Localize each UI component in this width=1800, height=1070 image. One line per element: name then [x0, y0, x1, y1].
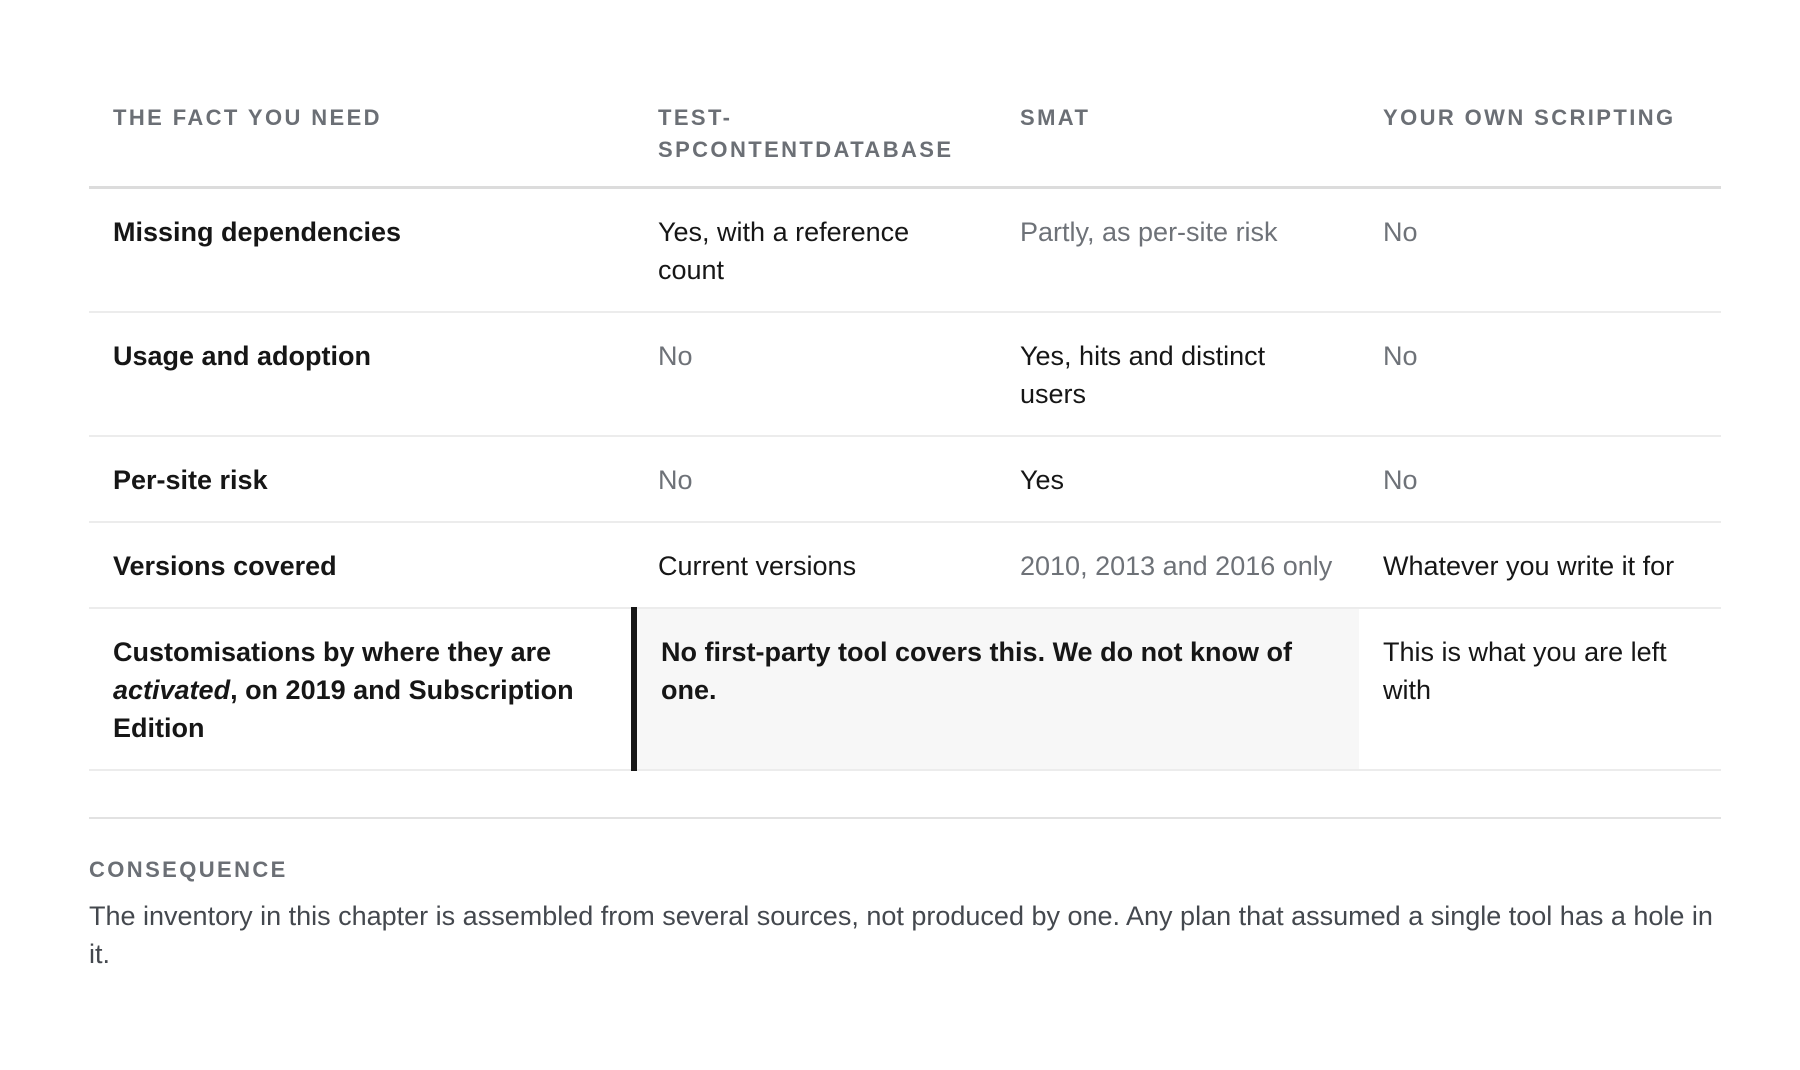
fact-cell: Usage and adoption [89, 312, 634, 437]
fact-cell: Per-site risk [89, 436, 634, 523]
test-spcontentdatabase-cell: Current versions [634, 522, 996, 609]
consequence-section: CONSEQUENCE The inventory in this chapte… [89, 817, 1721, 973]
fact-text: Customisations by where they are [113, 637, 552, 667]
test-spcontentdatabase-cell: Yes, with a reference count [634, 187, 996, 313]
table-row-gap: Customisations by where they are activat… [89, 608, 1721, 771]
table-row: Versions covered Current versions 2010, … [89, 522, 1721, 609]
comparison-section: THE FACT YOU NEED TEST-SPCONTENTDATABASE… [89, 92, 1721, 973]
smat-cell: Partly, as per-site risk [996, 187, 1359, 313]
no-tool-callout: No first-party tool covers this. We do n… [631, 608, 1359, 771]
table-body: Missing dependencies Yes, with a referen… [89, 187, 1721, 771]
fact-emphasis: activated [113, 675, 231, 705]
test-spcontentdatabase-cell: No [634, 312, 996, 437]
own-scripting-cell: Whatever you write it for [1359, 522, 1721, 609]
table-header: THE FACT YOU NEED TEST-SPCONTENTDATABASE… [89, 92, 1721, 189]
smat-cell: Yes, hits and distinct users [996, 312, 1359, 437]
own-scripting-cell: No [1359, 436, 1721, 523]
table-row: Missing dependencies Yes, with a referen… [89, 187, 1721, 313]
fact-cell: Versions covered [89, 522, 634, 609]
test-spcontentdatabase-cell: No [634, 436, 996, 523]
fact-cell: Customisations by where they are activat… [89, 608, 634, 771]
own-scripting-cell: No [1359, 312, 1721, 437]
header-smat: SMAT [996, 92, 1359, 189]
own-scripting-cell: This is what you are left with [1359, 608, 1721, 771]
header-fact-you-need: THE FACT YOU NEED [89, 92, 634, 189]
header-row: THE FACT YOU NEED TEST-SPCONTENTDATABASE… [89, 92, 1721, 189]
header-test-spcontentdatabase: TEST-SPCONTENTDATABASE [634, 92, 996, 189]
table-row: Per-site risk No Yes No [89, 436, 1721, 523]
smat-cell: 2010, 2013 and 2016 only [996, 522, 1359, 609]
smat-cell: Yes [996, 436, 1359, 523]
header-own-scripting: YOUR OWN SCRIPTING [1359, 92, 1721, 189]
tool-comparison-table: THE FACT YOU NEED TEST-SPCONTENTDATABASE… [89, 92, 1721, 771]
consequence-label: CONSEQUENCE [89, 857, 288, 882]
own-scripting-cell: No [1359, 187, 1721, 313]
table-row: Usage and adoption No Yes, hits and dist… [89, 312, 1721, 437]
fact-cell: Missing dependencies [89, 187, 634, 313]
consequence-text: The inventory in this chapter is assembl… [89, 901, 1713, 969]
